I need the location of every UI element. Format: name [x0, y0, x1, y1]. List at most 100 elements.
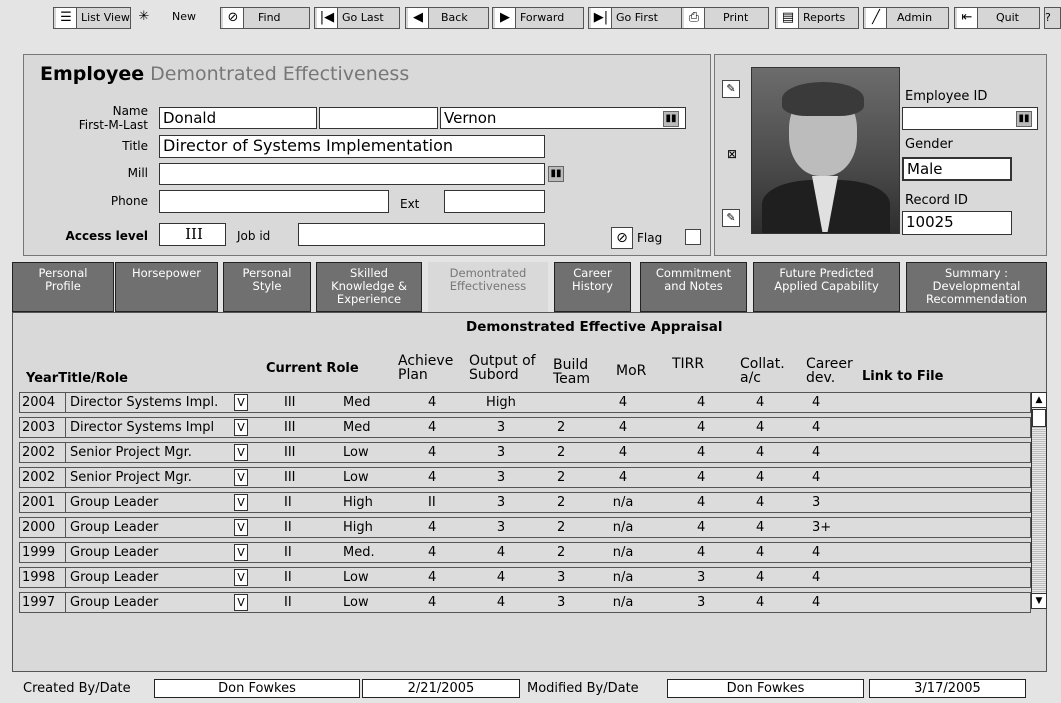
table-row[interactable]: 1999 Group Leader V II Med. 4 4 2 n/a 4 4 4 — [19, 542, 1031, 563]
last-name-dropdown-icon[interactable]: ▮▮ — [663, 111, 679, 127]
find-button[interactable]: ⊘ Find — [220, 7, 310, 29]
title-label: Title — [122, 139, 148, 153]
cell-role: Med — [343, 420, 371, 435]
photo-hair-shape — [782, 82, 864, 116]
cell-role: Low — [343, 570, 369, 585]
grid-scrollbar[interactable]: ▲ ▼ — [1031, 392, 1047, 609]
back-button[interactable]: ◀ Back — [405, 7, 489, 29]
first-name-field[interactable]: Donald — [159, 107, 317, 129]
title-field[interactable]: Director of Systems Implementation — [159, 135, 545, 158]
cell-lvl: II — [284, 595, 292, 610]
reports-button[interactable]: ▤ Reports — [775, 7, 859, 29]
job-id-field[interactable] — [298, 223, 545, 246]
table-row[interactable]: 2000 Group Leader V II High 4 3 2 n/a 4 4 3+ — [19, 517, 1031, 538]
cell-v[interactable]: V — [234, 419, 248, 436]
table-row[interactable]: 2004 Director Systems Impl. V III Med 4 High 4 4… — [19, 392, 1031, 413]
table-row[interactable]: 2003 Director Systems Impl V III Med 4 3 2 4 4 4 4 — [19, 417, 1031, 438]
tab-demonstrated-effectiveness[interactable]: Demontrated Effectiveness — [428, 262, 548, 313]
access-level-field[interactable]: III — [159, 223, 226, 246]
employee-id-label: Employee ID — [905, 89, 988, 104]
cell-tirr: 4 — [697, 495, 706, 510]
print-button[interactable]: ⎙ Print — [681, 7, 769, 29]
cell-car: 3+ — [812, 520, 832, 535]
cell-mor: n/a — [612, 595, 634, 610]
tab-personal-style[interactable]: Personal Style — [223, 262, 311, 312]
cell-out: 3 — [496, 520, 506, 535]
find-icon: ⊘ — [223, 8, 244, 28]
scroll-up-icon[interactable]: ▲ — [1032, 393, 1046, 408]
cell-v[interactable]: V — [234, 594, 248, 611]
cell-v[interactable]: V — [234, 469, 248, 486]
gender-field[interactable]: Male — [902, 157, 1012, 181]
cell-col: 4 — [756, 520, 765, 535]
go-first-button[interactable]: ▶| Go First — [588, 7, 682, 29]
table-row[interactable]: 2002 Senior Project Mgr. V III Low 4 3 2 4 4 4 4 — [19, 467, 1031, 488]
tab-horsepower[interactable]: Horsepower — [115, 262, 218, 312]
cell-v[interactable]: V — [234, 544, 248, 561]
cell-build: 2 — [557, 445, 566, 460]
phone-field[interactable] — [159, 190, 389, 213]
col-current-role: Current Role — [266, 361, 359, 376]
forward-button[interactable]: ▶ Forward — [492, 7, 584, 29]
flag-checkbox[interactable] — [685, 229, 701, 245]
mill-dropdown-icon[interactable]: ▮▮ — [548, 166, 564, 182]
cell-mor: n/a — [612, 520, 634, 535]
table-row[interactable]: 1997 Group Leader V II Low 4 4 3 n/a 3 4 4 — [19, 592, 1031, 613]
cell-car: 4 — [812, 545, 821, 560]
cell-role: Low — [343, 595, 369, 610]
tab-commitment-notes[interactable]: Commitment and Notes — [640, 262, 747, 312]
cell-v[interactable]: V — [234, 394, 248, 411]
cell-build: 3 — [557, 570, 566, 585]
quit-icon: ⇤ — [957, 8, 978, 28]
tab-career-history[interactable]: Career History — [554, 262, 631, 312]
cell-lvl: III — [284, 395, 296, 410]
photo-clear-icon[interactable]: ⊠ — [727, 147, 737, 161]
tab-summary-recommendation[interactable]: Summary : Developmental Recommendation — [906, 262, 1047, 312]
admin-button[interactable]: ╱ Admin — [863, 7, 949, 29]
find-flag-icon[interactable]: ⊘ — [611, 227, 633, 249]
table-row[interactable]: 1998 Group Leader V II Low 4 4 3 n/a 3 4 4 — [19, 567, 1031, 588]
table-row[interactable]: 2001 Group Leader V II High II 3 2 n/a 4 4 3 — [19, 492, 1031, 513]
tab-skilled-knowledge[interactable]: Skilled Knowledge & Experience — [316, 262, 422, 312]
cell-year: 2004 — [22, 393, 66, 412]
cell-v[interactable]: V — [234, 444, 248, 461]
employee-id-dropdown-icon[interactable]: ▮▮ — [1016, 111, 1032, 127]
tab-personal-profile[interactable]: Personal Profile — [12, 262, 114, 312]
col-achieve-plan: Achieve Plan — [398, 353, 454, 383]
scroll-down-icon[interactable]: ▼ — [1032, 593, 1046, 608]
cell-v[interactable]: V — [234, 519, 248, 536]
tab-future-capability[interactable]: Future Predicted Applied Capability — [753, 262, 900, 312]
cell-car: 4 — [812, 395, 821, 410]
cell-role: High — [343, 495, 373, 510]
new-button[interactable]: ✳ New — [132, 7, 218, 29]
scroll-thumb[interactable] — [1032, 409, 1046, 427]
cell-out: 4 — [496, 545, 506, 560]
photo-import-icon[interactable]: ✎ — [722, 209, 740, 227]
mill-field[interactable] — [159, 163, 545, 185]
cell-v[interactable]: V — [234, 494, 248, 511]
cell-car: 3 — [812, 495, 821, 510]
cell-role: Low — [343, 470, 369, 485]
grid-title: Demonstrated Effective Appraisal — [466, 319, 723, 335]
help-button[interactable]: ? — [1044, 7, 1061, 29]
go-last-button[interactable]: |◀ Go Last — [314, 7, 400, 29]
cell-mor: 4 — [618, 470, 628, 485]
middle-name-field[interactable] — [319, 107, 438, 129]
toolbar: ☰ List View ✳ New ⊘ Find |◀ Go Last ◀ Back ▶ F… — [0, 0, 1061, 36]
cell-year: 1999 — [22, 543, 66, 562]
list-view-button[interactable]: ☰ List View — [53, 7, 131, 29]
cell-tirr: 3 — [697, 570, 706, 585]
cell-build: 2 — [557, 495, 566, 510]
table-row[interactable]: 2002 Senior Project Mgr. V III Low 4 3 2 4 4 4 4 — [19, 442, 1031, 463]
cell-role: High — [343, 520, 373, 535]
back-icon: ◀ — [408, 8, 429, 28]
last-name-field[interactable]: Vernon — [440, 107, 686, 129]
ext-field[interactable] — [444, 190, 545, 213]
cell-tirr: 4 — [697, 545, 706, 560]
cell-v[interactable]: V — [234, 569, 248, 586]
photo-edit-icon[interactable]: ✎ — [722, 80, 740, 98]
cell-role: Med. — [343, 545, 375, 560]
cell-year: 1998 — [22, 568, 66, 587]
cell-title: Group Leader — [70, 545, 159, 560]
quit-button[interactable]: ⇤ Quit — [954, 7, 1040, 29]
